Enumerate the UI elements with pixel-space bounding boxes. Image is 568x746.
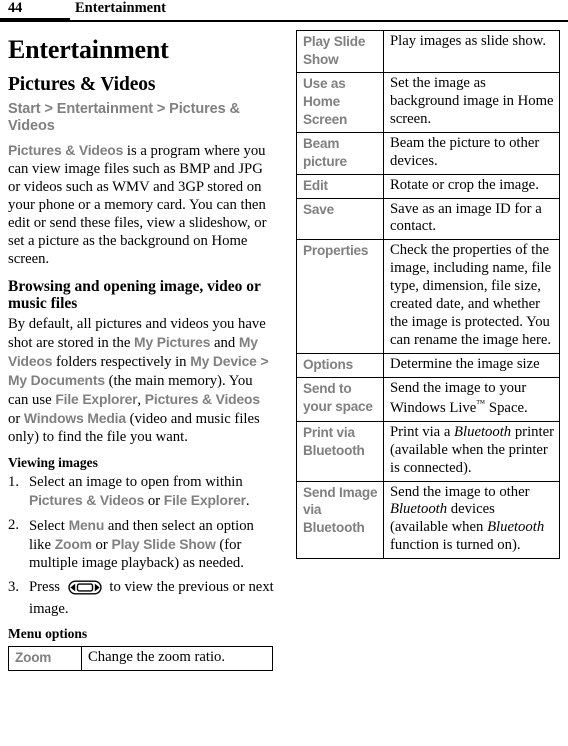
browsing-text-7: or [8,410,24,427]
step1-text-2: or [144,493,164,510]
menu-option-name: Send to your space [296,376,384,422]
step3-text-1: Press [29,578,64,595]
send-bt-text-3: function is turned on). [390,537,521,554]
menu-option-description: Save as an image ID for a contact. [383,197,560,241]
menu-option-description: Play images as slide show. [383,30,560,73]
right-menu-options-table: Play Slide Show Play images as slide sho… [296,30,560,560]
left-column: Entertainment Pictures & Videos Start > … [8,30,274,672]
ui-term-play-slide-show: Play Slide Show [111,535,216,552]
menu-option-name: Edit [296,173,384,199]
browsing-text-3: folders respectively in [52,354,191,371]
menu-option-name: Zoom [8,646,82,672]
step1-text-1: Select an image to open from within [29,474,243,491]
menu-option-name: Save [296,197,384,241]
menu-option-name: Options [296,353,384,378]
table-row: Play Slide Show Play images as slide sho… [296,30,560,73]
bluetooth-trademark-2: Bluetooth [390,501,448,518]
viewing-images-steps: Select an image to open from within Pict… [8,474,274,618]
menu-option-name: Use as Home Screen [296,71,384,133]
list-item: Select Menu and then select an option li… [8,517,274,573]
ui-term-menu: Menu [68,517,105,534]
menu-option-name: Send Image via Bluetooth [296,480,384,560]
ui-term-file-explorer-2: File Explorer [163,492,246,509]
navigation-key-left-right-icon [67,580,102,601]
page-number: 44 [8,0,23,16]
ui-term-pictures-videos: Pictures & Videos [8,142,124,159]
ui-term-my-device: My Device [190,353,257,370]
menu-option-description: Send the image to your Windows Live™ Spa… [383,376,560,422]
step3-text-2: to view the previous or next image. [29,578,274,617]
table-row: Edit Rotate or crop the image. [296,173,560,199]
menu-option-description: Rotate or crop the image. [383,173,560,199]
menu-option-description: Print via a Bluetooth printer (available… [383,420,560,482]
list-item: Press to view the previous or next image… [8,579,274,619]
table-row: Options Determine the image size [296,353,560,378]
ui-term-file-explorer: File Explorer [55,390,138,407]
ui-term-my-documents: My Documents [8,372,105,389]
menu-option-description: Beam the picture to other devices. [383,131,560,175]
subsection-title-browsing: Browsing and opening image, video or mus… [8,278,261,313]
ui-term-pictures-videos-3: Pictures & Videos [29,492,145,509]
ui-term-windows-media: Windows Media [23,409,126,426]
ui-term-zoom: Zoom [54,535,92,552]
menu-option-description: Determine the image size [383,353,560,378]
table-row: Save Save as an image ID for a contact. [296,197,560,241]
print-bt-text-1: Print via a [390,423,455,440]
bluetooth-trademark-1: Bluetooth [454,423,512,440]
table-row: Send Image via Bluetooth Send the image … [296,480,560,560]
browsing-text-6: , [137,391,145,408]
menu-options-title: Menu options [8,626,88,642]
menu-option-description: Change the zoom ratio. [81,646,273,672]
table-row: Use as Home Screen Set the image as back… [296,71,560,133]
menu-option-name: Properties [296,239,384,354]
intro-paragraph-text: is a program where you can view image fi… [8,143,267,267]
running-header: 44 Entertainment [0,0,568,22]
step2-text-3: or [91,536,112,553]
table-row: Print via Bluetooth Print via a Bluetoot… [296,420,560,482]
ui-term-separator: > [256,353,269,370]
menu-option-name: Beam picture [296,131,384,175]
table-row: Properties Check the properties of the i… [296,239,560,354]
list-item: Select an image to open from within Pict… [8,474,274,511]
browsing-text-2: and [210,335,239,352]
send-bt-text-1: Send the image to other [390,483,530,500]
left-menu-options-table: Zoom Change the zoom ratio. [8,646,273,672]
running-title: Entertainment [75,0,167,16]
menu-option-description: Send the image to other Bluetooth device… [383,480,560,560]
ui-term-my-pictures: My Pictures [134,334,211,351]
step2-text-1: Select [29,518,69,535]
header-rule-thin [70,20,568,22]
send-space-text-2: Space. [485,399,528,416]
intro-paragraph: Pictures & Videos is a program where you… [8,142,274,268]
breadcrumb: Start > Entertainment > Pictures & Video… [8,100,240,134]
menu-option-description: Check the properties of the image, inclu… [383,239,560,354]
viewing-images-title: Viewing images [8,454,98,470]
trademark-symbol: ™ [476,397,486,408]
menu-option-name: Print via Bluetooth [296,420,384,482]
bluetooth-trademark-3: Bluetooth [487,519,545,536]
table-row: Zoom Change the zoom ratio. [8,646,273,672]
menu-option-description: Set the image as background image in Hom… [383,71,560,133]
ui-term-pictures-videos-2: Pictures & Videos [144,390,260,407]
menu-option-name: Play Slide Show [296,30,384,73]
section-title: Pictures & Videos [8,73,156,95]
table-row: Beam picture Beam the picture to other d… [296,131,560,175]
browsing-paragraph: By default, all pictures and videos you … [8,316,274,446]
table-row: Send to your space Send the image to you… [296,376,560,422]
chapter-title: Entertainment [8,35,169,64]
right-column: Play Slide Show Play images as slide sho… [296,30,560,560]
header-rule-thick [0,18,70,22]
step1-text-3: . [245,493,250,510]
